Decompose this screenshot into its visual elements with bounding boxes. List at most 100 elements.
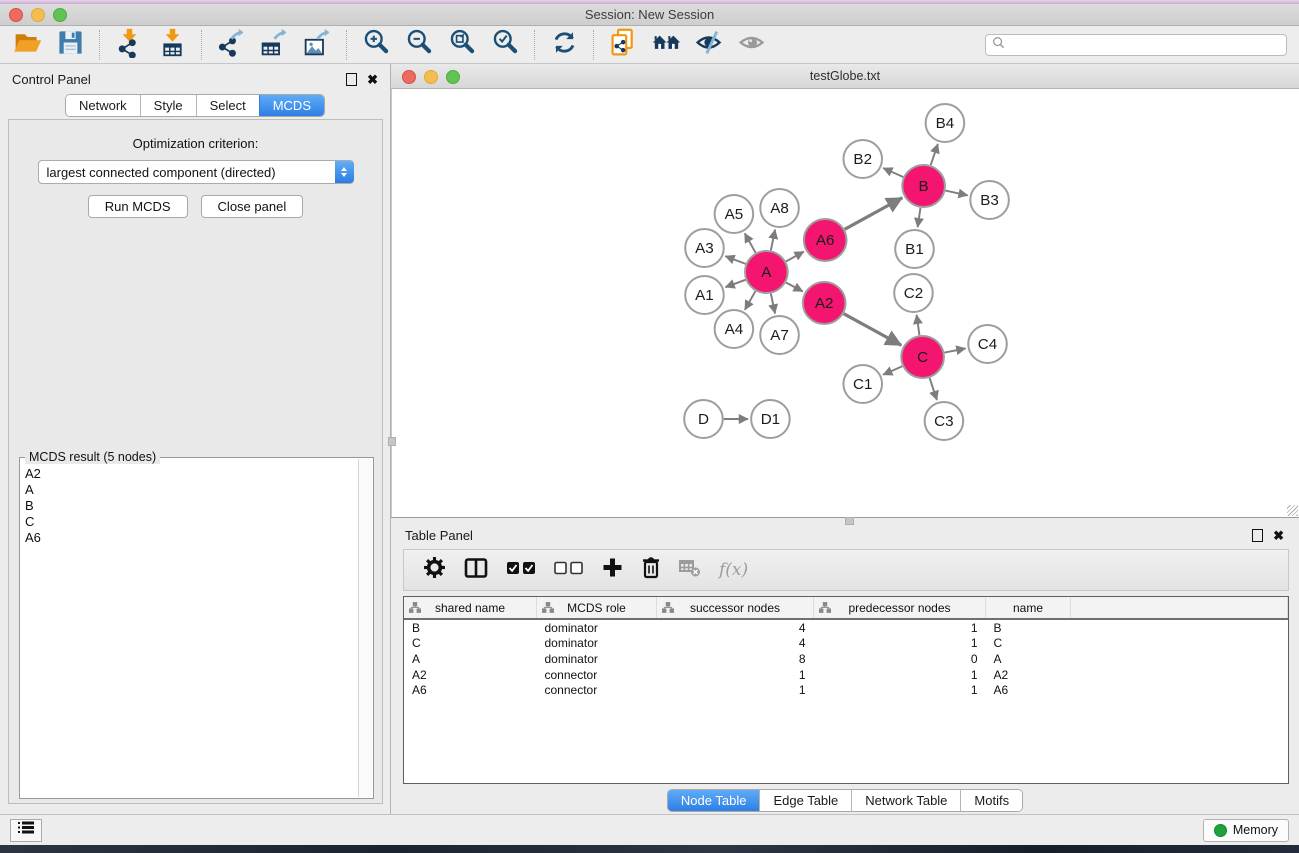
search-input[interactable] — [1005, 37, 1286, 53]
refresh-button[interactable] — [543, 29, 586, 61]
network-graph[interactable]: B4 B2 B B3 A8 A5 A6 A3 B1 A C2 A1 A2 A4 … — [392, 89, 1299, 517]
cell[interactable]: 4 — [657, 619, 814, 636]
cell[interactable]: A6 — [404, 682, 537, 698]
horizontal-splitter[interactable] — [391, 518, 1299, 523]
criterion-dropdown[interactable]: largest connected component (directed) — [38, 160, 354, 184]
cell[interactable]: connector — [537, 682, 657, 698]
vertical-splitter-handle[interactable] — [388, 437, 396, 446]
graph-node-A[interactable]: A — [745, 251, 788, 293]
edge-A-A2[interactable] — [786, 283, 803, 292]
cell[interactable]: 0 — [814, 651, 986, 667]
edge-C-C3[interactable] — [930, 378, 937, 400]
mcds-result-item[interactable]: A6 — [25, 530, 358, 546]
graph-node-A4[interactable]: A4 — [715, 310, 754, 348]
zoom-out-button[interactable] — [398, 29, 441, 61]
minimize-view-button[interactable] — [424, 70, 438, 84]
cell[interactable]: connector — [537, 667, 657, 683]
cell[interactable]: 1 — [814, 619, 986, 636]
cell[interactable]: A6 — [986, 682, 1071, 698]
graph-node-A1[interactable]: A1 — [685, 276, 724, 314]
cell[interactable]: dominator — [537, 636, 657, 652]
graph-node-B2[interactable]: B2 — [843, 140, 882, 178]
edge-B-B2[interactable] — [883, 168, 903, 177]
close-view-button[interactable] — [402, 70, 416, 84]
search-box[interactable] — [985, 34, 1287, 56]
close-table-panel-icon[interactable]: ✖ — [1273, 529, 1284, 542]
tab-select[interactable]: Select — [196, 95, 259, 116]
graph-node-A2[interactable]: A2 — [803, 282, 846, 324]
tab-mcds[interactable]: MCDS — [259, 95, 324, 116]
horizontal-splitter-handle[interactable] — [845, 517, 854, 525]
graph-node-C3[interactable]: C3 — [925, 402, 964, 440]
tab-node-table[interactable]: Node Table — [668, 790, 760, 811]
cell[interactable]: 1 — [657, 667, 814, 683]
zoom-selected-button[interactable] — [484, 29, 527, 61]
minimize-window-button[interactable] — [31, 8, 45, 22]
zoom-window-button[interactable] — [53, 8, 67, 22]
table-row[interactable]: Bdominator41B — [404, 619, 1288, 636]
copy-network-view-button[interactable] — [602, 29, 645, 61]
edge-A-A3[interactable] — [725, 256, 745, 264]
column-header-name[interactable]: name — [986, 597, 1071, 619]
column-header-MCDS-role[interactable]: MCDS role — [537, 597, 657, 619]
edge-A-A4[interactable] — [745, 291, 756, 310]
cell[interactable]: dominator — [537, 651, 657, 667]
close-panel-icon[interactable]: ✖ — [367, 73, 378, 86]
graph-node-B[interactable]: B — [902, 165, 945, 207]
edge-A-A1[interactable] — [725, 280, 745, 287]
graph-node-D[interactable]: D — [684, 400, 723, 438]
table-row[interactable]: A2connector11A2 — [404, 667, 1288, 683]
zoom-in-button[interactable] — [355, 29, 398, 61]
float-panel-icon[interactable] — [346, 73, 357, 86]
mcds-result-item[interactable]: C — [25, 514, 358, 530]
graph-node-B1[interactable]: B1 — [895, 230, 934, 268]
edge-A-A8[interactable] — [771, 230, 775, 251]
tab-network-table[interactable]: Network Table — [851, 790, 960, 811]
zoom-fit-button[interactable] — [441, 29, 484, 61]
close-panel-button[interactable]: Close panel — [201, 195, 304, 218]
mcds-result-list[interactable]: A2ABCA6 — [21, 461, 358, 797]
edge-B-B4[interactable] — [931, 144, 938, 165]
export-image-button[interactable] — [296, 29, 339, 61]
edge-A-A7[interactable] — [771, 294, 775, 314]
tab-network[interactable]: Network — [66, 95, 140, 116]
cell[interactable]: 1 — [657, 682, 814, 698]
edge-B-B3[interactable] — [945, 191, 967, 196]
run-mcds-button[interactable]: Run MCDS — [88, 195, 188, 218]
graph-node-C2[interactable]: C2 — [894, 274, 933, 312]
column-header-successor-nodes[interactable]: successor nodes — [657, 597, 814, 619]
cell[interactable]: C — [404, 636, 537, 652]
table-settings-gear-button[interactable] — [414, 555, 455, 585]
graph-node-A7[interactable]: A7 — [760, 316, 799, 354]
edge-C-C1[interactable] — [883, 366, 902, 375]
select-all-checks-button[interactable] — [497, 555, 545, 585]
edge-A6-B[interactable] — [845, 198, 903, 230]
show-column-panel-button[interactable] — [455, 555, 497, 585]
network-window-titlebar[interactable]: testGlobe.txt — [391, 64, 1299, 89]
mcds-result-item[interactable]: A — [25, 482, 358, 498]
window-resize-grip[interactable] — [1287, 505, 1298, 516]
cell[interactable]: A2 — [404, 667, 537, 683]
column-header-predecessor-nodes[interactable]: predecessor nodes — [814, 597, 986, 619]
table-row[interactable]: A6connector11A6 — [404, 682, 1288, 698]
cell[interactable]: dominator — [537, 619, 657, 636]
deselect-all-checks-button[interactable] — [545, 555, 593, 585]
cell[interactable]: A — [986, 651, 1071, 667]
edge-A-A5[interactable] — [745, 233, 756, 252]
export-table-button[interactable] — [253, 29, 296, 61]
cell[interactable]: 1 — [814, 667, 986, 683]
graph-node-C[interactable]: C — [901, 336, 944, 378]
table-row[interactable]: Cdominator41C — [404, 636, 1288, 652]
cell[interactable]: 1 — [814, 636, 986, 652]
cell[interactable]: C — [986, 636, 1071, 652]
result-scrollbar[interactable] — [358, 459, 372, 797]
graph-node-C1[interactable]: C1 — [843, 365, 882, 403]
edge-B-B1[interactable] — [918, 208, 921, 227]
cell[interactable]: 8 — [657, 651, 814, 667]
cell[interactable]: B — [986, 619, 1071, 636]
hide-bird-eye-button[interactable] — [688, 29, 731, 61]
memory-button[interactable]: Memory — [1203, 819, 1289, 842]
graph-node-A6[interactable]: A6 — [804, 219, 847, 261]
graph-node-D1[interactable]: D1 — [751, 400, 790, 438]
column-header-shared-name[interactable]: shared name — [404, 597, 537, 619]
